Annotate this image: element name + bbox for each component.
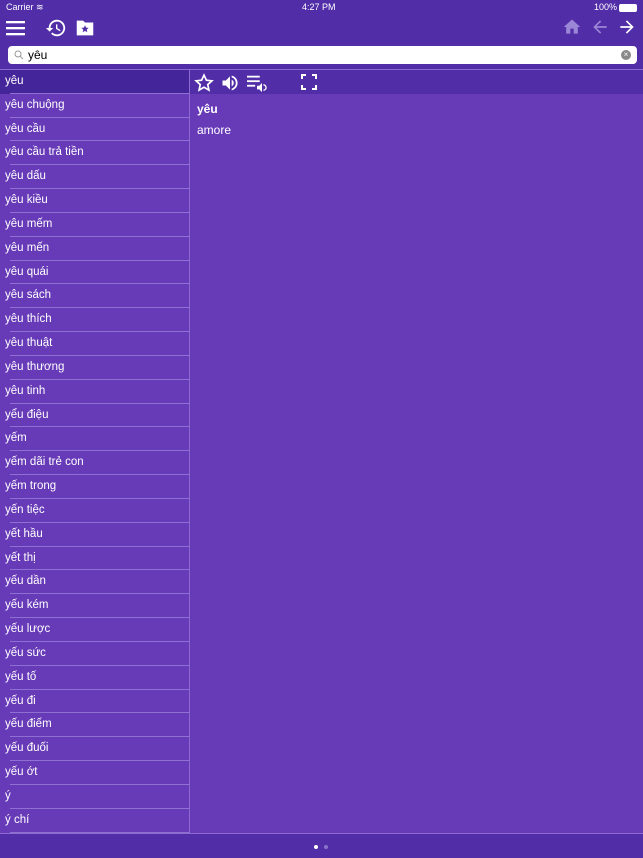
- menu-icon[interactable]: [6, 20, 26, 36]
- home-icon[interactable]: [562, 17, 582, 37]
- list-item[interactable]: yêu cầu: [0, 118, 189, 142]
- list-item[interactable]: yếm dãi trẻ con: [0, 451, 189, 475]
- list-item[interactable]: yếu kém: [0, 594, 189, 618]
- list-item[interactable]: ý chí: [0, 809, 189, 833]
- toolbar: [0, 14, 643, 44]
- carrier: Carrier ≋: [6, 1, 44, 12]
- list-item[interactable]: yến tiệc: [0, 499, 189, 523]
- clock: 4:27 PM: [302, 2, 336, 12]
- read-aloud-list-icon[interactable]: [246, 73, 268, 93]
- list-item[interactable]: yết hầu: [0, 523, 189, 547]
- search-input[interactable]: [28, 48, 621, 62]
- list-item[interactable]: yêu thương: [0, 356, 189, 380]
- list-item[interactable]: yếu đuối: [0, 737, 189, 761]
- definition-panel: yêu amore: [190, 69, 643, 833]
- fullscreen-icon[interactable]: [301, 74, 317, 90]
- list-item[interactable]: yểu điệu: [0, 404, 189, 428]
- search-icon: [14, 50, 24, 60]
- list-item[interactable]: yêu thuật: [0, 332, 189, 356]
- list-item[interactable]: yếm trong: [0, 475, 189, 499]
- battery-icon: [619, 3, 637, 12]
- back-arrow-icon[interactable]: [590, 17, 610, 37]
- clear-search-button[interactable]: ×: [621, 50, 631, 60]
- word-list[interactable]: yêu yêu chuộng yêu cầu yêu cầu trả tiền yêu…: [0, 69, 189, 833]
- definition-toolbar: [190, 70, 643, 94]
- list-item[interactable]: yêu thích: [0, 308, 189, 332]
- list-item[interactable]: yêu tinh: [0, 380, 189, 404]
- entry-word: yêu: [197, 102, 218, 116]
- list-item[interactable]: yêu quái: [0, 261, 189, 285]
- list-item[interactable]: yếu ớt: [0, 761, 189, 785]
- list-item[interactable]: yếu dần: [0, 570, 189, 595]
- star-icon[interactable]: [194, 73, 214, 93]
- list-item[interactable]: yêu dấu: [0, 165, 189, 189]
- list-item[interactable]: yếu sức: [0, 642, 189, 666]
- list-item[interactable]: yêu chuộng: [0, 94, 189, 118]
- page-indicator: [0, 833, 643, 858]
- speaker-icon[interactable]: [220, 73, 240, 93]
- status-bar: Carrier ≋ 4:27 PM 100%: [0, 0, 643, 14]
- list-item[interactable]: yếm: [0, 427, 189, 452]
- search-bar: ×: [8, 46, 637, 64]
- list-item[interactable]: yếu lược: [0, 618, 189, 642]
- list-item[interactable]: ý: [0, 785, 189, 809]
- list-item[interactable]: yết thị: [0, 547, 189, 571]
- list-item[interactable]: yêu kiều: [0, 189, 189, 213]
- list-item[interactable]: yếu đi: [0, 690, 189, 714]
- page-dot[interactable]: [324, 845, 328, 849]
- list-item[interactable]: yêu cầu trả tiền: [0, 141, 189, 166]
- history-icon[interactable]: [45, 17, 67, 39]
- list-item[interactable]: yếu tố: [0, 666, 189, 690]
- favorites-folder-icon[interactable]: [74, 17, 96, 39]
- list-item-selected[interactable]: yêu: [0, 70, 189, 94]
- list-item[interactable]: yêu mếm: [0, 213, 189, 237]
- list-item[interactable]: yếu điếm: [0, 713, 189, 738]
- list-item[interactable]: yêu sách: [0, 284, 189, 309]
- entry-meaning: amore: [197, 123, 232, 137]
- battery: 100%: [594, 2, 637, 12]
- forward-arrow-icon[interactable]: [617, 17, 637, 37]
- page-dot-active[interactable]: [314, 845, 318, 849]
- list-item[interactable]: yêu mến: [0, 237, 189, 261]
